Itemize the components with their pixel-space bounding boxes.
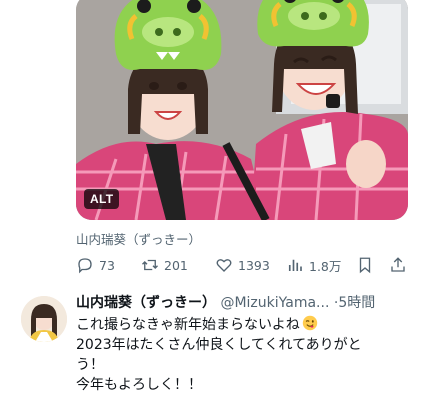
tweet-text: これ撮らなきゃ新年始まらないよね 2023年はたくさん仲良くしてくれてありがと … — [76, 315, 426, 395]
view-count: 1.8万 — [309, 258, 342, 274]
alt-text-badge[interactable]: ALT — [84, 189, 120, 209]
avatar[interactable] — [21, 296, 67, 342]
like-count: 1393 — [238, 257, 270, 273]
reply-button[interactable]: 73 — [76, 256, 115, 274]
display-name[interactable]: 山内瑞葵（ずっきー） — [76, 295, 216, 311]
retweet-button[interactable]: 201 — [141, 256, 188, 274]
tweet-line-1-text: これ撮らなきゃ新年始まらないよね — [76, 317, 300, 333]
tweet-line-3: う！ — [76, 357, 104, 373]
retweet-count: 201 — [164, 257, 188, 273]
heart-icon — [216, 259, 232, 272]
tweet-action-bar: 73 201 1393 1.8万 — [76, 254, 408, 276]
share-button[interactable] — [389, 256, 412, 274]
bookmark-button[interactable] — [356, 256, 379, 274]
views-bar-chart-icon — [288, 259, 302, 271]
tweet[interactable]: 山内瑞葵（ずっきー） @MizukiYama... ·5時間 これ撮らなきゃ新年… — [76, 293, 426, 395]
media-caption-author[interactable]: 山内瑞葵（ずっきー） — [76, 229, 201, 248]
photo-illustration — [76, 0, 408, 220]
user-handle[interactable]: @MizukiYama... — [220, 295, 329, 311]
avatar-image — [21, 296, 67, 342]
tweet-header: 山内瑞葵（ずっきー） @MizukiYama... ·5時間 — [76, 293, 426, 313]
bookmark-icon — [359, 257, 371, 274]
tweet-media-photo[interactable]: ALT — [76, 0, 408, 220]
views-button[interactable]: 1.8万 — [286, 256, 341, 275]
share-icon — [391, 257, 405, 272]
tweet-line-1: これ撮らなきゃ新年始まらないよね — [76, 315, 426, 335]
winking-face-emoji-icon — [302, 315, 317, 331]
reply-count: 73 — [99, 257, 115, 273]
tweet-line-2: 2023年はたくさん仲良くしてくれてありがと — [76, 337, 362, 353]
tweet-timestamp[interactable]: 5時間 — [338, 295, 375, 311]
retweet-icon — [142, 259, 158, 271]
like-button[interactable]: 1393 — [215, 256, 270, 274]
reply-icon — [78, 258, 92, 274]
tweet-line-4: 今年もよろしく！！ — [76, 377, 202, 393]
